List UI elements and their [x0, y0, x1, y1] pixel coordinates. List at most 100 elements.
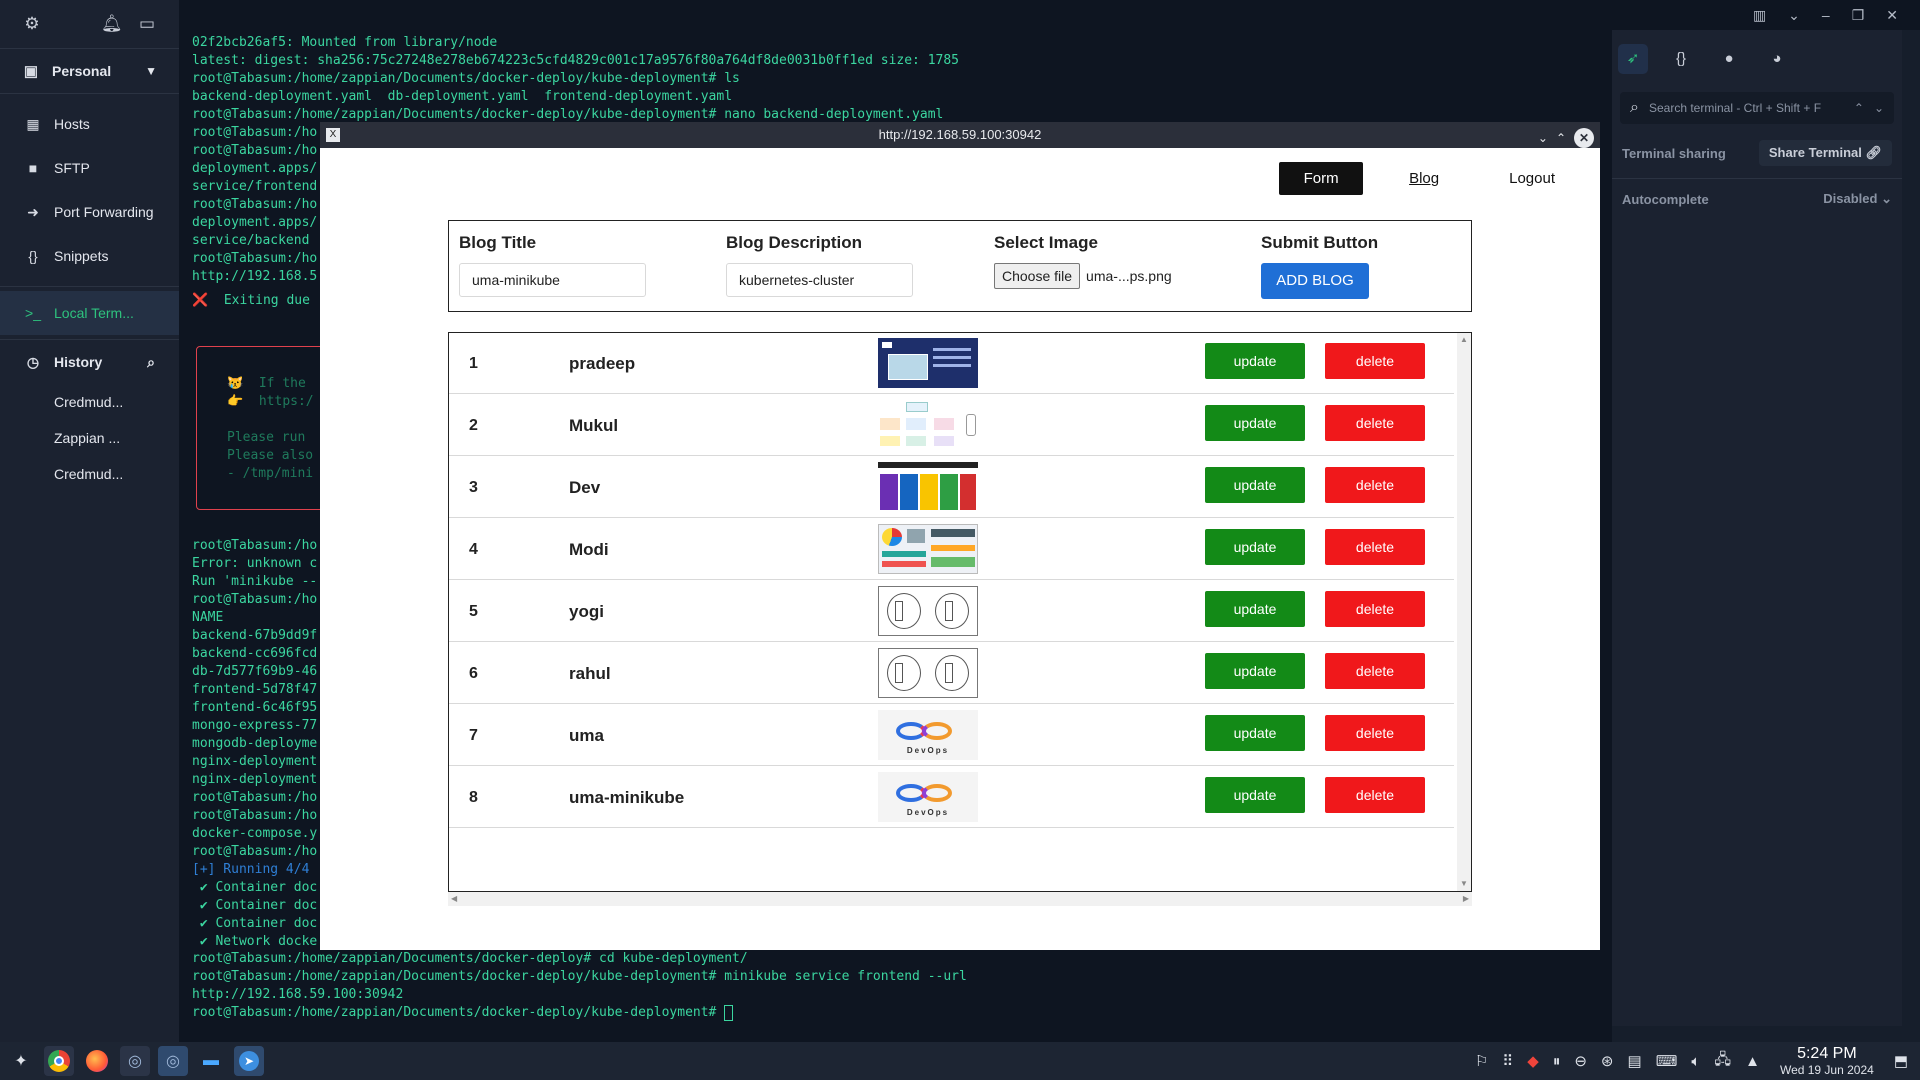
app-launcher-icon[interactable]: ✦	[6, 1046, 36, 1076]
file-manager-icon[interactable]: ▬	[196, 1046, 226, 1076]
window-titlebar[interactable]: X http://192.168.59.100:30942 ⌄ ⌃ ✕	[320, 122, 1600, 148]
update-button[interactable]: update	[1205, 715, 1305, 751]
table-row: 6 rahul update delete	[449, 643, 1454, 704]
history-header[interactable]: ◷ History ⌕	[0, 340, 179, 384]
maximize-icon[interactable]: ⌃	[1556, 125, 1566, 151]
layout-icon[interactable]: ▥	[1753, 7, 1766, 24]
vpn-icon[interactable]: ⊖	[1574, 1052, 1587, 1070]
chrome-icon[interactable]	[44, 1046, 74, 1076]
history-entry[interactable]: Credmud...	[0, 384, 179, 420]
close-icon[interactable]: ✕	[1574, 128, 1594, 148]
minimize-icon[interactable]: –	[1822, 7, 1830, 23]
blog-title-input[interactable]: uma-minikube	[459, 263, 646, 297]
terminal-line: frontend-6c46f95	[192, 700, 318, 715]
maximize-icon[interactable]: ❐	[1852, 7, 1865, 24]
update-button[interactable]: update	[1205, 591, 1305, 627]
palette-icon[interactable]: ◕	[1762, 44, 1792, 74]
volume-icon[interactable]: 🔈︎	[1691, 1053, 1700, 1070]
sidebar-item-label: Snippets	[54, 248, 109, 264]
history-icon[interactable]: ●	[1714, 44, 1744, 74]
choose-file-button[interactable]: Choose file	[994, 263, 1081, 289]
sidebar-item-local-terminal[interactable]: >_ Local Term...	[0, 291, 179, 335]
nav-logout-link[interactable]: Logout	[1509, 170, 1555, 187]
scroll-left-icon[interactable]: ◀	[451, 892, 457, 906]
sidebar-item-snippets[interactable]: {} Snippets	[0, 234, 179, 278]
delete-button[interactable]: delete	[1325, 529, 1425, 565]
delete-button[interactable]: delete	[1325, 777, 1425, 813]
rocket-icon[interactable]: ➶	[1618, 44, 1648, 74]
history-entry[interactable]: Credmud...	[0, 456, 179, 492]
minimize-icon[interactable]: ⌄	[1538, 125, 1548, 151]
search-input[interactable]: Search terminal - Ctrl + Shift + F	[1649, 101, 1846, 115]
terminal-line: Error: unknown c	[192, 556, 318, 571]
blog-table[interactable]: ▲ ▼ 1 pradeep update delete 2 Mukul update dele…	[448, 332, 1472, 892]
update-button[interactable]: update	[1205, 343, 1305, 379]
vertical-scrollbar[interactable]: ▲ ▼	[1457, 333, 1471, 891]
chevron-down-icon[interactable]: ⌄	[1874, 101, 1884, 115]
media-icon[interactable]: ⏸	[1553, 1053, 1561, 1070]
row-number: 1	[469, 355, 478, 372]
share-terminal-button[interactable]: Share Terminal 🔗︎	[1758, 140, 1892, 166]
chevron-up-icon[interactable]: ⌃	[1854, 101, 1864, 115]
right-panel: ▥ ⌄ – ❐ ✕ ➶ {} ● ◕ ⌕ Search terminal - C…	[1612, 0, 1920, 1042]
delete-button[interactable]: delete	[1325, 715, 1425, 751]
history-entry[interactable]: Zappian ...	[0, 420, 179, 456]
sidebar-item-sftp[interactable]: ■ SFTP	[0, 146, 179, 190]
scroll-down-icon[interactable]: ▼	[1457, 877, 1471, 891]
nav-form-button[interactable]: Form	[1279, 162, 1364, 195]
update-button[interactable]: update	[1205, 405, 1305, 441]
update-button[interactable]: update	[1205, 467, 1305, 503]
blog-form: Blog Title uma-minikube Blog Description…	[448, 220, 1472, 312]
add-blog-button[interactable]: ADD BLOG	[1261, 263, 1369, 299]
anydesk-icon[interactable]: ◆	[1527, 1052, 1539, 1070]
firefox-icon[interactable]	[82, 1046, 112, 1076]
description-field-group: Blog Description kubernetes-cluster	[726, 233, 913, 297]
bell-icon[interactable]: 🔔︎	[101, 14, 123, 34]
keyboard-icon[interactable]: ⌨	[1656, 1052, 1678, 1070]
clock[interactable]: 5:24 PM Wed 19 Jun 2024	[1780, 1045, 1874, 1077]
table-row: 7 uma DevOps update delete	[449, 705, 1454, 766]
notification-icon[interactable]: ⚐	[1475, 1052, 1488, 1070]
network-icon[interactable]: 🖧︎	[1714, 1049, 1731, 1074]
delete-button[interactable]: delete	[1325, 467, 1425, 503]
delete-button[interactable]: delete	[1325, 591, 1425, 627]
browser-icon[interactable]: ➤	[234, 1046, 264, 1076]
update-button[interactable]: update	[1205, 529, 1305, 565]
autocomplete-dropdown[interactable]: Disabled ⌄	[1823, 191, 1892, 207]
sidebar-item-port-forwarding[interactable]: ➜ Port Forwarding	[0, 190, 179, 234]
update-button[interactable]: update	[1205, 653, 1305, 689]
vault-name: Personal	[52, 63, 112, 79]
delete-button[interactable]: delete	[1325, 653, 1425, 689]
terminal-app-icon[interactable]: ◎	[120, 1046, 150, 1076]
blog-title: Modi	[569, 540, 609, 559]
table-row: 2 Mukul update delete	[449, 395, 1454, 456]
terminal-line: ✔ Container doc	[192, 880, 318, 895]
blog-title: Dev	[569, 478, 601, 497]
scroll-right-icon[interactable]: ▶	[1463, 892, 1469, 906]
terminal-search[interactable]: ⌕ Search terminal - Ctrl + Shift + F ⌃ ⌄	[1620, 92, 1894, 124]
search-icon[interactable]: ⌕	[147, 354, 155, 371]
braces-icon[interactable]: {}	[1666, 44, 1696, 74]
terminal-icon[interactable]: ▭	[137, 14, 157, 34]
close-icon[interactable]: ✕	[1886, 7, 1898, 24]
share-terminal-label: Share Terminal	[1768, 145, 1862, 160]
blog-description-input[interactable]: kubernetes-cluster	[726, 263, 913, 297]
chevron-down-icon[interactable]: ⌄	[1788, 7, 1800, 24]
vault-selector[interactable]: ▣ Personal ▼	[0, 49, 179, 93]
horizontal-scrollbar[interactable]: ◀ ▶	[448, 892, 1472, 906]
sidebar-item-hosts[interactable]: ▦ Hosts	[0, 102, 179, 146]
gear-icon[interactable]: ⚙	[22, 14, 42, 34]
blog-thumbnail	[878, 586, 978, 636]
show-desktop-icon[interactable]: ⬒	[1894, 1052, 1908, 1070]
terminal-prompt-line: root@Tabasum:/home/zappian/Documents/doc…	[192, 1004, 967, 1022]
scroll-up-icon[interactable]: ▲	[1457, 333, 1471, 347]
delete-button[interactable]: delete	[1325, 343, 1425, 379]
terminal-app-icon[interactable]: ◎	[158, 1046, 188, 1076]
chevron-up-icon[interactable]: ▲	[1745, 1053, 1760, 1070]
apps-grid-icon[interactable]: ⠿	[1502, 1052, 1513, 1070]
nav-blog-link[interactable]: Blog	[1409, 170, 1439, 187]
clipboard-icon[interactable]: ▤	[1628, 1052, 1642, 1070]
updates-icon[interactable]: ⊛	[1601, 1052, 1614, 1070]
delete-button[interactable]: delete	[1325, 405, 1425, 441]
update-button[interactable]: update	[1205, 777, 1305, 813]
